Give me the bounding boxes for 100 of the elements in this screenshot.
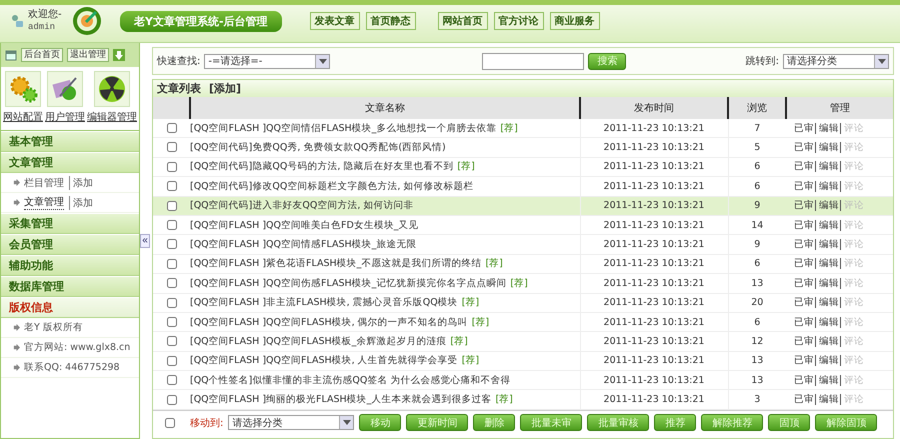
dropdown-arrow-icon [318, 58, 327, 64]
article-link[interactable]: [QQ空间FLASH ]QQ空间情侣FLASH模块_多么地想找一个肩膀去依靠 [190, 122, 496, 134]
menu-section-header[interactable]: 版权信息 [1, 297, 139, 318]
row-checkbox[interactable] [166, 162, 176, 172]
menu-link[interactable]: 栏目管理 [24, 176, 64, 190]
action-link[interactable]: 编辑 [815, 258, 839, 270]
row-checkbox[interactable] [166, 239, 176, 250]
logo-icon [72, 6, 102, 36]
add-link[interactable]: [添加] [209, 81, 242, 96]
article-link[interactable]: [QQ空间代码]隐藏QQ号码的方法, 隐藏后在好友里也看不到 [190, 161, 454, 172]
jump-select[interactable]: 请选择分类 [783, 54, 889, 68]
row-checkbox[interactable] [166, 394, 176, 405]
menu-section-header[interactable]: 辅助功能 [1, 255, 139, 276]
table-cell: 6 [728, 312, 786, 332]
nav-link[interactable]: 官方讨论 [494, 12, 544, 30]
action-link[interactable]: 编辑 [815, 180, 839, 192]
action-link[interactable]: 已审 [794, 258, 814, 270]
category-select[interactable]: -=请选择=- [204, 54, 330, 68]
dropdown-arrow-icon [342, 420, 351, 426]
action-link[interactable]: 已审 [794, 278, 814, 289]
action-link[interactable]: 已审 [794, 394, 814, 406]
article-link[interactable]: [QQ空间FLASH ]紫色花语FLASH模块_不愿这就是我们所谓的终结 [190, 258, 482, 270]
search-field[interactable] [482, 52, 584, 70]
row-checkbox[interactable] [166, 258, 176, 269]
article-link[interactable]: [QQ空间FLASH ]QQ空间伤感FLASH模块_记忆犹新摸完你名字点点瞬间 [190, 278, 506, 289]
nav-link[interactable]: 发表文章 [310, 12, 360, 30]
column-header[interactable]: 文章名称 [190, 97, 580, 119]
action-link[interactable]: 编辑 [815, 161, 839, 172]
menu-link[interactable]: 文章管理 [24, 195, 64, 210]
action-link[interactable]: 编辑 [815, 394, 839, 406]
article-link[interactable]: [QQ空间FLASH ]QQ空间FLASH模块, 偶尔的一声不知名的鸟叫 [190, 316, 468, 328]
menu-section-header[interactable]: 文章管理 [1, 152, 139, 173]
row-checkbox[interactable] [166, 316, 176, 327]
row-checkbox[interactable] [166, 181, 176, 192]
sidebar-top-button[interactable]: 退出管理 [67, 48, 109, 62]
row-checkbox[interactable] [166, 200, 176, 211]
menu-section-header[interactable]: 基本管理 [1, 131, 139, 152]
nav-link[interactable]: 网站首页 [438, 12, 488, 30]
action-link[interactable]: 编辑 [815, 122, 839, 134]
collapse-button[interactable]: « [140, 234, 150, 248]
action-link[interactable]: 已审 [794, 239, 814, 250]
table-cell: 5 [728, 138, 786, 158]
action-link[interactable]: 编辑 [815, 142, 839, 154]
article-link[interactable]: [QQ空间代码]修改QQ空间标题栏文字颜色方法, 如何修改标题栏 [190, 180, 474, 192]
row-checkbox[interactable] [166, 220, 176, 230]
row-checkbox[interactable] [166, 142, 176, 152]
action-link[interactable]: 编辑 [815, 336, 839, 347]
menu-section-header[interactable]: 数据库管理 [1, 276, 139, 297]
action-link[interactable]: 编辑 [815, 355, 839, 366]
action-link[interactable]: 已审 [794, 374, 814, 386]
article-link[interactable]: [QQ空间代码]进入非好友QQ空间方法, 如何访问非 [190, 200, 414, 212]
article-link[interactable]: [QQ空间FLASH ]QQ空间FLASH模块, 人生首先就得学会享受 [190, 355, 458, 366]
sidebar-top-button[interactable]: 后台首页 [21, 48, 63, 62]
column-header[interactable]: 浏览 [728, 97, 786, 119]
down-arrow-icon[interactable] [113, 49, 125, 61]
action-link[interactable]: 编辑 [815, 316, 839, 328]
action-link[interactable]: 已审 [794, 142, 814, 154]
recommend-tag: [荐] [450, 336, 468, 347]
column-header[interactable]: 管理 [786, 97, 893, 119]
action-link[interactable]: 已审 [794, 161, 814, 172]
row-checkbox[interactable] [166, 298, 176, 308]
action-link[interactable]: 已审 [794, 316, 814, 328]
article-link[interactable]: [QQ空间FLASH ]QQ空间情感FLASH模块_旅途无限 [190, 239, 416, 250]
column-header[interactable]: 发布时间 [580, 97, 728, 119]
nav-link[interactable]: 首页静态 [366, 12, 416, 30]
article-link[interactable]: [QQ空间代码]免费QQ秀, 免费领女款QQ秀配饰(西部风情) [190, 142, 446, 154]
article-link[interactable]: [QQ个性签名]似懂非懂的非主流伤感QQ签名 为什么会感觉心痛和不舍得 [190, 374, 510, 386]
article-link[interactable]: [QQ空间FLASH ]QQ空间FLASH模板_余辉激起岁月的涟痕 [190, 336, 446, 347]
action-link[interactable]: 已审 [794, 297, 814, 308]
action-link[interactable]: 编辑 [815, 278, 839, 289]
article-link[interactable]: [QQ空间FLASH ]绚丽的极光FLASH模块_人生本来就会遇到很多过客 [190, 394, 492, 406]
menu-section-header[interactable]: 会员管理 [1, 234, 139, 255]
action-link[interactable]: 编辑 [815, 200, 839, 212]
bullet-icon [13, 179, 20, 186]
row-checkbox[interactable] [166, 356, 176, 366]
user-name: admin [28, 21, 56, 33]
move-select[interactable]: 请选择分类 [228, 415, 354, 430]
row-checkbox[interactable] [166, 375, 176, 386]
article-link[interactable]: [QQ空间FLASH ]QQ空间唯美白色FD女生模块_又见 [190, 220, 419, 231]
action-link[interactable]: 已审 [794, 220, 814, 231]
nav-link[interactable]: 商业服务 [550, 12, 600, 30]
add-link[interactable]: 添加 [69, 176, 93, 190]
row-checkbox[interactable] [166, 336, 176, 346]
action-link[interactable]: 已审 [794, 355, 814, 366]
action-link[interactable]: 编辑 [815, 374, 839, 386]
table-cell: 12 [728, 332, 786, 352]
action-link[interactable]: 已审 [794, 200, 814, 212]
select-all-checkbox[interactable] [165, 418, 175, 428]
action-link[interactable]: 已审 [794, 122, 814, 134]
action-link[interactable]: 已审 [794, 336, 814, 347]
action-link[interactable]: 编辑 [815, 220, 839, 231]
action-link[interactable]: 编辑 [815, 239, 839, 250]
action-link[interactable]: 已审 [794, 180, 814, 192]
action-link[interactable]: 编辑 [815, 297, 839, 308]
tool-link[interactable]: 编辑器管理 [87, 71, 137, 124]
add-link[interactable]: 添加 [69, 196, 93, 210]
row-checkbox[interactable] [166, 278, 176, 288]
menu-section-header[interactable]: 采集管理 [1, 213, 139, 234]
article-link[interactable]: [QQ空间FLASH ]非主流FLASH模块, 震撼心灵音乐版QQ模块 [190, 297, 458, 308]
row-checkbox[interactable] [166, 123, 176, 134]
